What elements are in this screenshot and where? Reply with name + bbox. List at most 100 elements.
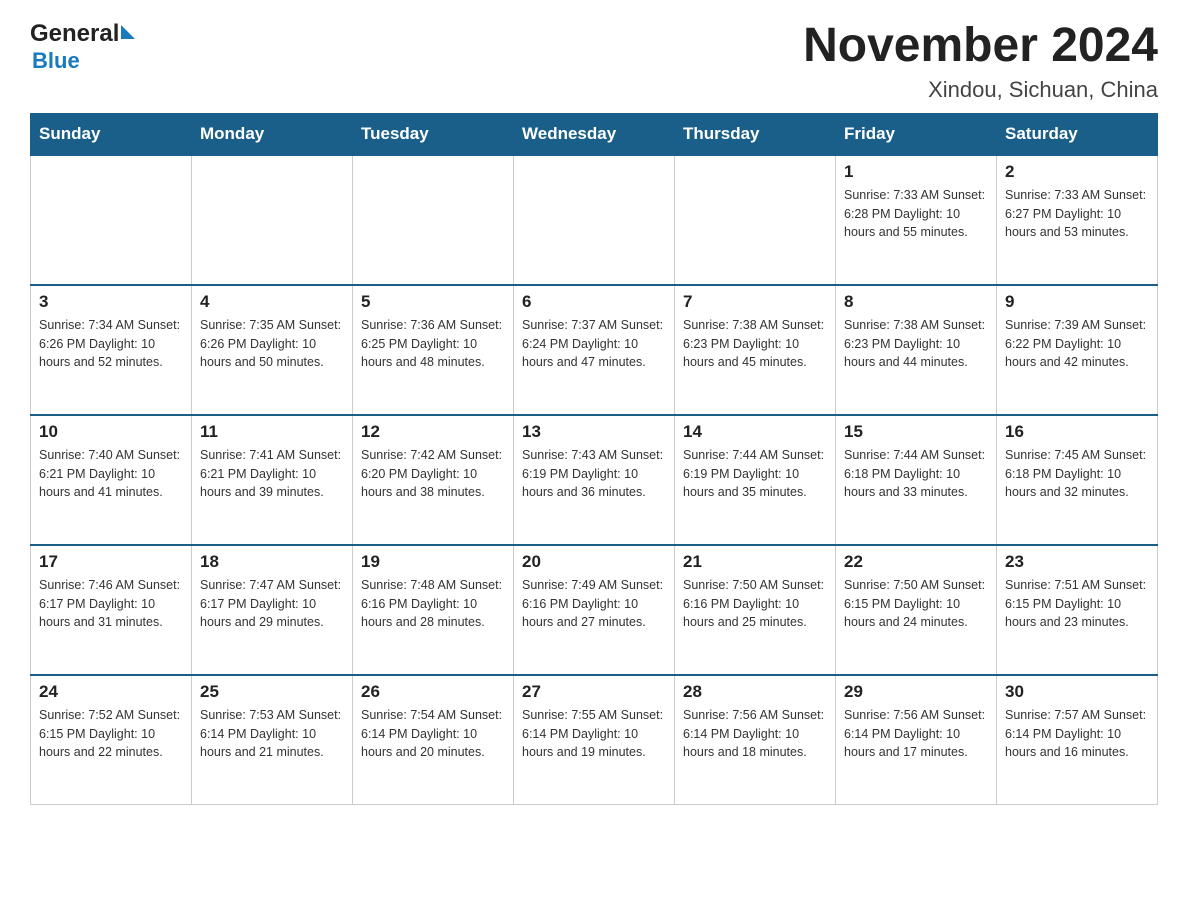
calendar-cell: 1 Sunrise: 7:33 AM Sunset: 6:28 PM Daylig… <box>836 155 997 285</box>
day-number: 14 <box>683 422 827 442</box>
calendar-cell: 7Sunrise: 7:38 AM Sunset: 6:23 PM Daylig… <box>675 285 836 415</box>
day-info: Sunrise: 7:47 AM Sunset: 6:17 PM Dayligh… <box>200 576 344 632</box>
day-info: Sunrise: 7:43 AM Sunset: 6:19 PM Dayligh… <box>522 446 666 502</box>
calendar-cell: 24 Sunrise: 7:52 AM Sunset: 6:15 PM Dayli… <box>31 675 192 805</box>
weekday-header-row: SundayMondayTuesdayWednesdayThursdayFrid… <box>31 113 1158 155</box>
calendar-cell: 4 Sunrise: 7:35 AM Sunset: 6:26 PM Daylig… <box>192 285 353 415</box>
calendar-cell: 8 Sunrise: 7:38 AM Sunset: 6:23 PM Daylig… <box>836 285 997 415</box>
day-number: 13 <box>522 422 666 442</box>
day-info: Sunrise: 7:48 AM Sunset: 6:16 PM Dayligh… <box>361 576 505 632</box>
week-row-4: 17 Sunrise: 7:46 AM Sunset: 6:17 PM Dayli… <box>31 545 1158 675</box>
calendar-cell: 6 Sunrise: 7:37 AM Sunset: 6:24 PM Daylig… <box>514 285 675 415</box>
day-info: Sunrise: 7:38 AM Sunset: 6:23 PM Dayligh… <box>844 316 988 372</box>
day-info: Sunrise: 7:35 AM Sunset: 6:26 PM Dayligh… <box>200 316 344 372</box>
day-number: 9 <box>1005 292 1149 312</box>
day-info: Sunrise: 7:54 AM Sunset: 6:14 PM Dayligh… <box>361 706 505 762</box>
day-info: Sunrise: 7:42 AM Sunset: 6:20 PM Dayligh… <box>361 446 505 502</box>
day-number: 19 <box>361 552 505 572</box>
calendar-cell <box>514 155 675 285</box>
day-number: 26 <box>361 682 505 702</box>
day-info: Sunrise: 7:57 AM Sunset: 6:14 PM Dayligh… <box>1005 706 1149 762</box>
week-row-1: 1 Sunrise: 7:33 AM Sunset: 6:28 PM Daylig… <box>31 155 1158 285</box>
calendar-title: November 2024 <box>803 20 1158 73</box>
day-info: Sunrise: 7:56 AM Sunset: 6:14 PM Dayligh… <box>844 706 988 762</box>
calendar-cell: 26 Sunrise: 7:54 AM Sunset: 6:14 PM Dayli… <box>353 675 514 805</box>
day-info: Sunrise: 7:50 AM Sunset: 6:16 PM Dayligh… <box>683 576 827 632</box>
day-number: 20 <box>522 552 666 572</box>
day-number: 30 <box>1005 682 1149 702</box>
day-number: 23 <box>1005 552 1149 572</box>
day-number: 28 <box>683 682 827 702</box>
day-number: 11 <box>200 422 344 442</box>
day-number: 17 <box>39 552 183 572</box>
calendar-cell: 2 Sunrise: 7:33 AM Sunset: 6:27 PM Daylig… <box>997 155 1158 285</box>
calendar-subtitle: Xindou, Sichuan, China <box>803 77 1158 103</box>
day-number: 8 <box>844 292 988 312</box>
day-number: 4 <box>200 292 344 312</box>
day-number: 1 <box>844 162 988 182</box>
calendar-cell: 28Sunrise: 7:56 AM Sunset: 6:14 PM Dayli… <box>675 675 836 805</box>
day-number: 3 <box>39 292 183 312</box>
weekday-header-sunday: Sunday <box>31 113 192 155</box>
calendar-cell: 9Sunrise: 7:39 AM Sunset: 6:22 PM Daylig… <box>997 285 1158 415</box>
weekday-header-saturday: Saturday <box>997 113 1158 155</box>
calendar-cell: 22 Sunrise: 7:50 AM Sunset: 6:15 PM Dayli… <box>836 545 997 675</box>
day-info: Sunrise: 7:33 AM Sunset: 6:28 PM Dayligh… <box>844 186 988 242</box>
calendar-cell: 16 Sunrise: 7:45 AM Sunset: 6:18 PM Dayli… <box>997 415 1158 545</box>
calendar-cell: 10Sunrise: 7:40 AM Sunset: 6:21 PM Dayli… <box>31 415 192 545</box>
day-info: Sunrise: 7:53 AM Sunset: 6:14 PM Dayligh… <box>200 706 344 762</box>
calendar-cell: 5 Sunrise: 7:36 AM Sunset: 6:25 PM Daylig… <box>353 285 514 415</box>
day-info: Sunrise: 7:36 AM Sunset: 6:25 PM Dayligh… <box>361 316 505 372</box>
calendar-cell: 3 Sunrise: 7:34 AM Sunset: 6:26 PM Daylig… <box>31 285 192 415</box>
page-header: General Blue November 2024 Xindou, Sichu… <box>30 20 1158 103</box>
calendar-cell: 20 Sunrise: 7:49 AM Sunset: 6:16 PM Dayli… <box>514 545 675 675</box>
day-info: Sunrise: 7:46 AM Sunset: 6:17 PM Dayligh… <box>39 576 183 632</box>
day-info: Sunrise: 7:37 AM Sunset: 6:24 PM Dayligh… <box>522 316 666 372</box>
logo-blue-text: Blue <box>32 48 135 74</box>
day-number: 2 <box>1005 162 1149 182</box>
day-number: 5 <box>361 292 505 312</box>
calendar-cell: 14 Sunrise: 7:44 AM Sunset: 6:19 PM Dayli… <box>675 415 836 545</box>
day-info: Sunrise: 7:33 AM Sunset: 6:27 PM Dayligh… <box>1005 186 1149 242</box>
day-number: 27 <box>522 682 666 702</box>
calendar-cell: 23Sunrise: 7:51 AM Sunset: 6:15 PM Dayli… <box>997 545 1158 675</box>
calendar-cell: 25 Sunrise: 7:53 AM Sunset: 6:14 PM Dayli… <box>192 675 353 805</box>
day-info: Sunrise: 7:50 AM Sunset: 6:15 PM Dayligh… <box>844 576 988 632</box>
day-number: 21 <box>683 552 827 572</box>
calendar-cell: 30 Sunrise: 7:57 AM Sunset: 6:14 PM Dayli… <box>997 675 1158 805</box>
weekday-header-thursday: Thursday <box>675 113 836 155</box>
day-info: Sunrise: 7:34 AM Sunset: 6:26 PM Dayligh… <box>39 316 183 372</box>
calendar-table: SundayMondayTuesdayWednesdayThursdayFrid… <box>30 113 1158 806</box>
weekday-header-wednesday: Wednesday <box>514 113 675 155</box>
calendar-cell: 19 Sunrise: 7:48 AM Sunset: 6:16 PM Dayli… <box>353 545 514 675</box>
calendar-cell <box>192 155 353 285</box>
day-info: Sunrise: 7:52 AM Sunset: 6:15 PM Dayligh… <box>39 706 183 762</box>
week-row-3: 10Sunrise: 7:40 AM Sunset: 6:21 PM Dayli… <box>31 415 1158 545</box>
day-number: 6 <box>522 292 666 312</box>
calendar-cell: 21 Sunrise: 7:50 AM Sunset: 6:16 PM Dayli… <box>675 545 836 675</box>
day-info: Sunrise: 7:44 AM Sunset: 6:19 PM Dayligh… <box>683 446 827 502</box>
day-info: Sunrise: 7:45 AM Sunset: 6:18 PM Dayligh… <box>1005 446 1149 502</box>
weekday-header-tuesday: Tuesday <box>353 113 514 155</box>
day-number: 29 <box>844 682 988 702</box>
calendar-cell: 18Sunrise: 7:47 AM Sunset: 6:17 PM Dayli… <box>192 545 353 675</box>
day-number: 7 <box>683 292 827 312</box>
logo-triangle-icon <box>121 25 135 39</box>
calendar-cell: 11Sunrise: 7:41 AM Sunset: 6:21 PM Dayli… <box>192 415 353 545</box>
calendar-cell: 13 Sunrise: 7:43 AM Sunset: 6:19 PM Dayli… <box>514 415 675 545</box>
day-number: 22 <box>844 552 988 572</box>
day-number: 16 <box>1005 422 1149 442</box>
day-info: Sunrise: 7:44 AM Sunset: 6:18 PM Dayligh… <box>844 446 988 502</box>
day-number: 10 <box>39 422 183 442</box>
logo-general-text: General <box>30 20 119 48</box>
week-row-2: 3 Sunrise: 7:34 AM Sunset: 6:26 PM Daylig… <box>31 285 1158 415</box>
day-number: 24 <box>39 682 183 702</box>
weekday-header-monday: Monday <box>192 113 353 155</box>
calendar-cell: 17 Sunrise: 7:46 AM Sunset: 6:17 PM Dayli… <box>31 545 192 675</box>
day-info: Sunrise: 7:49 AM Sunset: 6:16 PM Dayligh… <box>522 576 666 632</box>
day-number: 25 <box>200 682 344 702</box>
calendar-cell: 29 Sunrise: 7:56 AM Sunset: 6:14 PM Dayli… <box>836 675 997 805</box>
day-number: 12 <box>361 422 505 442</box>
calendar-cell: 15Sunrise: 7:44 AM Sunset: 6:18 PM Dayli… <box>836 415 997 545</box>
title-section: November 2024 Xindou, Sichuan, China <box>803 20 1158 103</box>
